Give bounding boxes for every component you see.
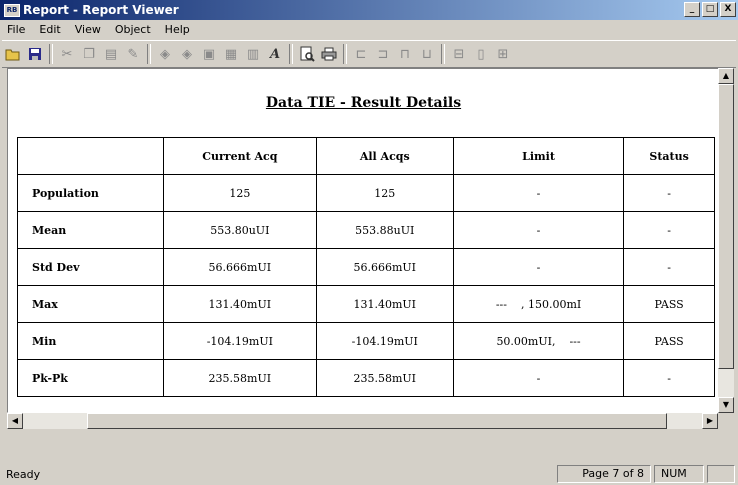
font-icon[interactable]: A xyxy=(265,44,285,64)
toolbar-separator xyxy=(147,44,151,64)
table-row: Pk-Pk 235.58mUI 235.58mUI - - xyxy=(17,359,715,397)
status-panel-extra xyxy=(707,465,735,483)
row-label: Mean xyxy=(17,211,164,249)
header-cell-empty xyxy=(17,137,164,175)
horizontal-scrollbar[interactable]: ◀ ▶ xyxy=(7,413,718,429)
status-bar: Ready Page 7 of 8 NUM xyxy=(0,463,738,485)
report-title: Data TIE - Result Details xyxy=(265,95,462,111)
toolbar-separator xyxy=(343,44,347,64)
open-icon[interactable] xyxy=(3,44,23,64)
menu-bar: File Edit View Object Help xyxy=(0,20,738,38)
window-controls: _ □ X xyxy=(684,2,736,17)
row-label: Std Dev xyxy=(17,248,164,286)
size-width-icon[interactable]: ⊟ xyxy=(449,44,469,64)
header-current-acq: Current Acq xyxy=(163,137,317,175)
menu-help[interactable]: Help xyxy=(158,23,197,36)
save-icon[interactable] xyxy=(25,44,45,64)
row-label: Pk-Pk xyxy=(17,359,164,397)
cell-status: - xyxy=(623,174,715,212)
cell-status: PASS xyxy=(623,322,715,360)
cell-status: - xyxy=(623,211,715,249)
cell-status: - xyxy=(623,248,715,286)
object-icon-1[interactable]: ◈ xyxy=(155,44,175,64)
table-header-row: Current Acq All Acqs Limit Status xyxy=(17,137,715,175)
toolbar: ✂ ❐ ▤ ✎ ◈ ◈ ▣ ▦ ▥ A ⊏ ⊐ ⊓ ⊔ ⊟ ▯ ⊞ xyxy=(2,40,736,68)
row-label: Max xyxy=(17,285,164,323)
window-title: Report - Report Viewer xyxy=(23,3,179,17)
print-icon[interactable] xyxy=(319,44,339,64)
status-text: Ready xyxy=(6,467,41,481)
horizontal-scroll-thumb[interactable] xyxy=(87,413,667,429)
cell-limit: 50.00mUI, --- xyxy=(452,322,625,360)
header-all-acqs: All Acqs xyxy=(315,137,454,175)
toolbar-separator xyxy=(441,44,445,64)
table-row: Std Dev 56.666mUI 56.666mUI - - xyxy=(17,248,715,286)
cut-icon[interactable]: ✂ xyxy=(57,44,77,64)
cell-limit: - xyxy=(452,248,625,286)
page-indicator: Page 7 of 8 xyxy=(557,465,651,483)
cell-limit: --- , 150.00mI xyxy=(452,285,625,323)
cell-all: 125 xyxy=(315,174,454,212)
results-table: Current Acq All Acqs Limit Status Popula… xyxy=(17,137,715,397)
chart-icon[interactable]: ▥ xyxy=(243,44,263,64)
scroll-left-button[interactable]: ◀ xyxy=(7,413,23,429)
menu-object[interactable]: Object xyxy=(108,23,158,36)
size-both-icon[interactable]: ⊞ xyxy=(493,44,513,64)
header-limit: Limit xyxy=(452,137,625,175)
menu-view[interactable]: View xyxy=(68,23,108,36)
toolbar-separator xyxy=(289,44,293,64)
scroll-right-button[interactable]: ▶ xyxy=(702,413,718,429)
distribute-icon[interactable]: ⊔ xyxy=(417,44,437,64)
grid-icon[interactable]: ▦ xyxy=(221,44,241,64)
menu-edit[interactable]: Edit xyxy=(32,23,67,36)
frame-icon[interactable]: ▣ xyxy=(199,44,219,64)
title-bar: RB Report - Report Viewer _ □ X xyxy=(0,0,738,20)
cell-status: PASS xyxy=(623,285,715,323)
copy-icon[interactable]: ❐ xyxy=(79,44,99,64)
cell-current: 553.80uUI xyxy=(163,211,317,249)
app-icon: RB xyxy=(4,3,20,17)
cell-current: 125 xyxy=(163,174,317,212)
close-button[interactable]: X xyxy=(720,2,736,17)
vertical-scroll-thumb[interactable] xyxy=(718,84,734,369)
minimize-button[interactable]: _ xyxy=(684,2,700,17)
num-lock-indicator: NUM xyxy=(654,465,704,483)
table-row: Mean 553.80uUI 553.88uUI - - xyxy=(17,211,715,249)
table-row: Min -104.19mUI -104.19mUI 50.00mUI, --- … xyxy=(17,322,715,360)
table-row: Max 131.40mUI 131.40mUI --- , 150.00mI P… xyxy=(17,285,715,323)
cell-limit: - xyxy=(452,174,625,212)
cell-limit: - xyxy=(452,211,625,249)
cell-current: 235.58mUI xyxy=(163,359,317,397)
align-center-icon[interactable]: ⊐ xyxy=(373,44,393,64)
cell-all: 56.666mUI xyxy=(315,248,454,286)
align-right-icon[interactable]: ⊓ xyxy=(395,44,415,64)
row-label: Population xyxy=(17,174,164,212)
header-status: Status xyxy=(623,137,715,175)
table-row: Population 125 125 - - xyxy=(17,174,715,212)
cell-current: 56.666mUI xyxy=(163,248,317,286)
size-height-icon[interactable]: ▯ xyxy=(471,44,491,64)
maximize-button[interactable]: □ xyxy=(702,2,718,17)
cell-current: -104.19mUI xyxy=(163,322,317,360)
cell-status: - xyxy=(623,359,715,397)
paste-icon[interactable]: ▤ xyxy=(101,44,121,64)
object-icon-2[interactable]: ◈ xyxy=(177,44,197,64)
report-viewport: Data TIE - Result Details Current Acq Al… xyxy=(7,68,720,413)
scroll-down-button[interactable]: ▼ xyxy=(718,397,734,413)
cell-all: 131.40mUI xyxy=(315,285,454,323)
menu-file[interactable]: File xyxy=(0,23,32,36)
cell-current: 131.40mUI xyxy=(163,285,317,323)
toolbar-separator xyxy=(49,44,53,64)
row-label: Min xyxy=(17,322,164,360)
cell-limit: - xyxy=(452,359,625,397)
align-left-icon[interactable]: ⊏ xyxy=(351,44,371,64)
cell-all: 553.88uUI xyxy=(315,211,454,249)
print-preview-icon[interactable] xyxy=(297,44,317,64)
draw-icon[interactable]: ✎ xyxy=(123,44,143,64)
cell-all: -104.19mUI xyxy=(315,322,454,360)
scroll-up-button[interactable]: ▲ xyxy=(718,68,734,84)
vertical-scrollbar[interactable]: ▲ ▼ xyxy=(718,68,734,413)
cell-all: 235.58mUI xyxy=(315,359,454,397)
